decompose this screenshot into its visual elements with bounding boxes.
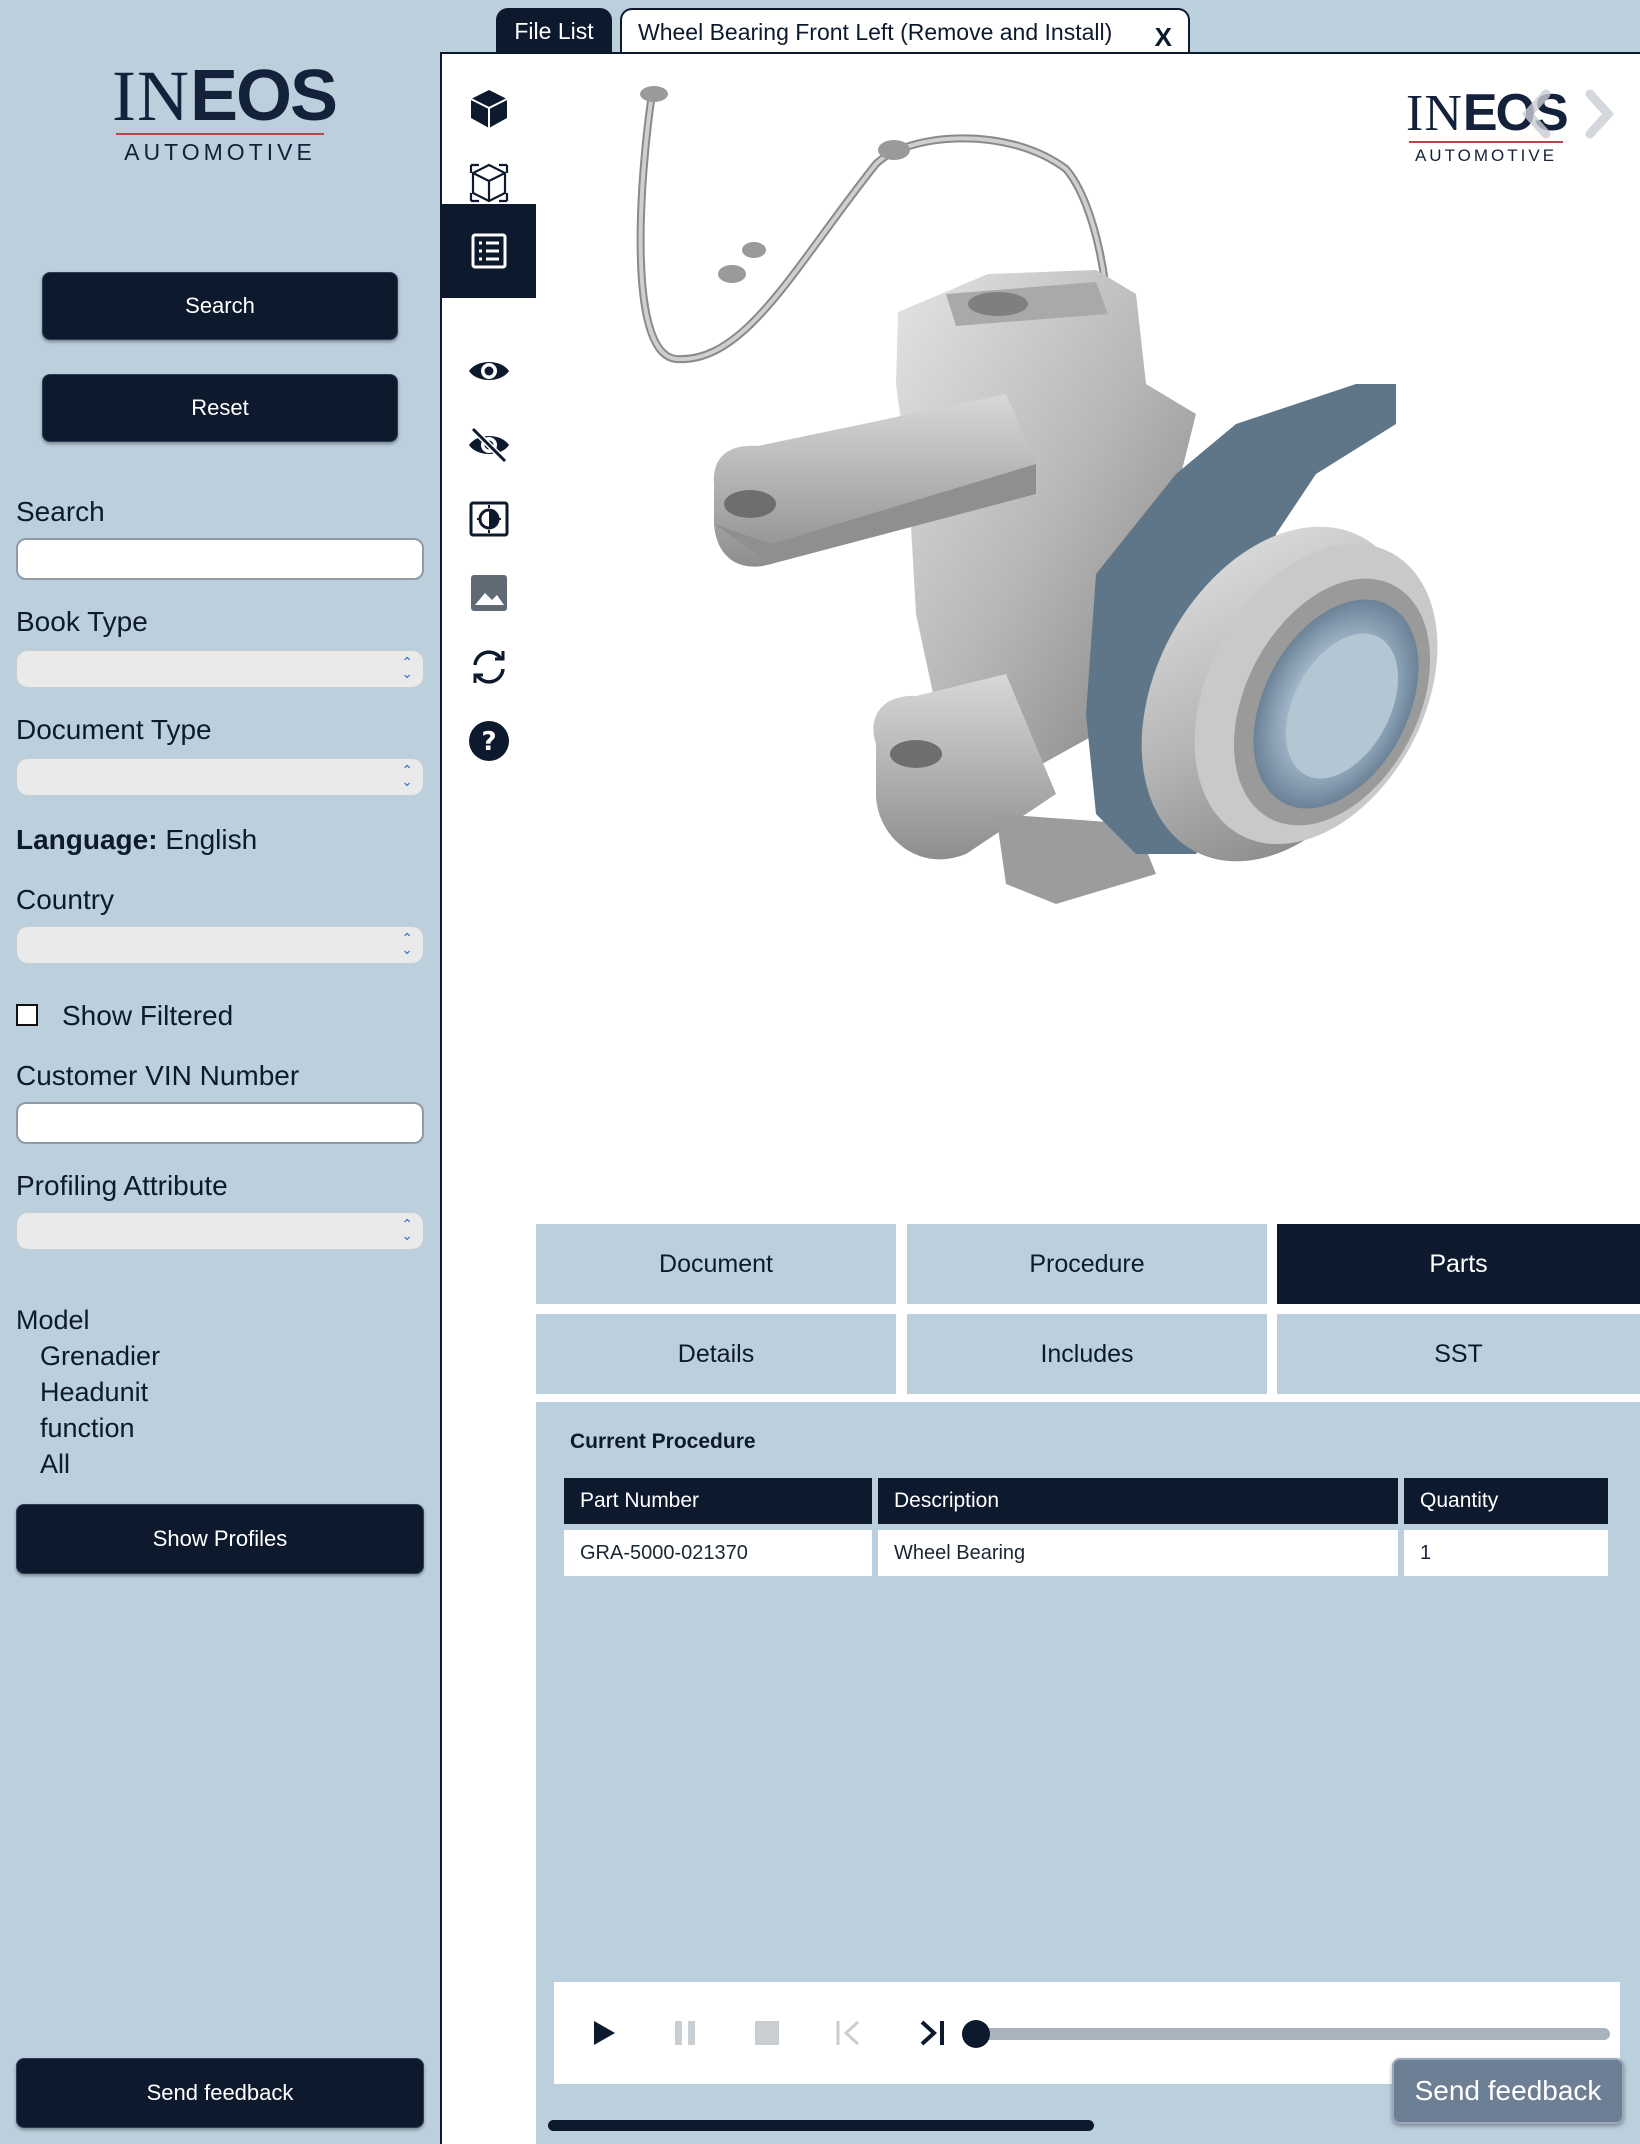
chevron-updown-icon: ⌃ ⌄ — [401, 762, 413, 789]
play-icon[interactable] — [580, 2010, 626, 2056]
progress-track[interactable] — [974, 2028, 1610, 2040]
model-item[interactable]: function — [16, 1410, 160, 1446]
chevron-updown-icon: ⌃ ⌄ — [401, 654, 413, 681]
pause-icon[interactable] — [662, 2010, 708, 2056]
ineos-logo: INEOS AUTOMOTIVE — [112, 60, 338, 166]
send-feedback-button[interactable]: Send feedback — [16, 2058, 424, 2128]
chevron-left-icon[interactable] — [1521, 89, 1551, 139]
parts-panel: Current Procedure Part Number Descriptio… — [536, 1402, 1640, 2144]
column-header-part-number[interactable]: Part Number — [564, 1478, 872, 1524]
document-type-label: Document Type — [16, 714, 212, 745]
model-list: Model Grenadier Headunit function All — [16, 1302, 160, 1482]
model-item[interactable]: All — [16, 1446, 160, 1482]
tab-includes[interactable]: Includes — [907, 1314, 1267, 1394]
model-item[interactable]: Headunit — [16, 1374, 160, 1410]
logo-text-in: IN — [1406, 85, 1463, 142]
show-profiles-button[interactable]: Show Profiles — [16, 1504, 424, 1574]
chevron-updown-icon: ⌃ ⌄ — [401, 930, 413, 957]
cell-part-number[interactable]: GRA-5000-021370 — [564, 1530, 872, 1576]
book-type-label: Book Type — [16, 606, 148, 637]
chevron-right-icon[interactable] — [1585, 89, 1615, 139]
image-icon[interactable] — [442, 556, 536, 630]
parts-table: Part Number Description Quantity GRA-500… — [558, 1472, 1614, 1582]
language-value: English — [165, 824, 258, 855]
contrast-icon[interactable] — [442, 482, 536, 556]
knuckle-model-image — [636, 86, 1438, 904]
skip-back-icon[interactable] — [826, 2010, 872, 2056]
help-icon[interactable]: ? — [442, 704, 536, 778]
stop-icon[interactable] — [744, 2010, 790, 2056]
language-row: Language: English — [16, 824, 257, 856]
panel-title: Current Procedure — [570, 1430, 756, 1453]
eye-icon[interactable] — [442, 334, 536, 408]
vin-input[interactable] — [16, 1102, 424, 1144]
viewer-nav-arrows — [1521, 89, 1615, 139]
search-input[interactable] — [16, 538, 424, 580]
country-select[interactable]: ⌃ ⌄ — [16, 926, 424, 964]
logo-text-eos: EOS — [189, 56, 338, 136]
logo-subtitle: AUTOMOTIVE — [124, 139, 316, 165]
cube-icon[interactable] — [442, 72, 536, 146]
tab-document[interactable]: Wheel Bearing Front Left (Remove and Ins… — [620, 8, 1190, 54]
model-item[interactable]: Grenadier — [16, 1338, 160, 1374]
table-header-row: Part Number Description Quantity — [564, 1478, 1608, 1524]
column-header-quantity[interactable]: Quantity — [1404, 1478, 1608, 1524]
logo-text-in: IN — [112, 56, 190, 136]
eye-off-icon[interactable] — [442, 408, 536, 482]
close-tab-button[interactable]: X — [1155, 22, 1172, 53]
tab-procedure[interactable]: Procedure — [907, 1224, 1267, 1304]
profiling-attribute-label: Profiling Attribute — [16, 1170, 228, 1201]
search-label: Search — [16, 496, 105, 527]
tab-details[interactable]: Details — [536, 1314, 896, 1394]
search-button[interactable]: Search — [42, 272, 398, 340]
svg-text:?: ? — [481, 727, 496, 757]
reset-button[interactable]: Reset — [42, 374, 398, 442]
viewer-toolbar: ? — [442, 54, 536, 2144]
horizontal-scrollbar[interactable] — [548, 2120, 1094, 2131]
cell-description[interactable]: Wheel Bearing — [878, 1530, 1398, 1576]
table-row[interactable]: GRA-5000-021370 Wheel Bearing 1 — [564, 1530, 1608, 1576]
vin-label: Customer VIN Number — [16, 1060, 300, 1091]
tab-parts[interactable]: Parts — [1277, 1224, 1640, 1304]
tab-file-list[interactable]: File List — [496, 8, 612, 54]
floating-send-feedback-button[interactable]: Send feedback — [1392, 2058, 1624, 2124]
chevron-updown-icon: ⌃ ⌄ — [401, 1216, 413, 1243]
column-header-description[interactable]: Description — [878, 1478, 1398, 1524]
show-filtered-checkbox[interactable] — [16, 1004, 38, 1026]
country-label: Country — [16, 884, 115, 915]
list-icon[interactable] — [442, 204, 536, 298]
show-filtered-label: Show Filtered — [62, 1000, 234, 1031]
3d-viewer[interactable]: INEOS AUTOMOTIVE — [536, 54, 1640, 1224]
sidebar: INEOS AUTOMOTIVE Search Reset Search Boo… — [0, 0, 440, 2144]
profiling-attribute-select[interactable]: ⌃ ⌄ — [16, 1212, 424, 1250]
cell-quantity[interactable]: 1 — [1404, 1530, 1608, 1576]
model-heading: Model — [16, 1305, 90, 1335]
language-label: Language: — [16, 824, 158, 855]
tab-document-panel[interactable]: Document — [536, 1224, 896, 1304]
book-type-select[interactable]: ⌃ ⌄ — [16, 650, 424, 688]
progress-handle[interactable] — [962, 2020, 990, 2048]
document-type-select[interactable]: ⌃ ⌄ — [16, 758, 424, 796]
skip-forward-icon[interactable] — [908, 2010, 954, 2056]
tab-document-title: Wheel Bearing Front Left (Remove and Ins… — [638, 18, 1113, 45]
sync-icon[interactable] — [442, 630, 536, 704]
tab-sst[interactable]: SST — [1277, 1314, 1640, 1394]
